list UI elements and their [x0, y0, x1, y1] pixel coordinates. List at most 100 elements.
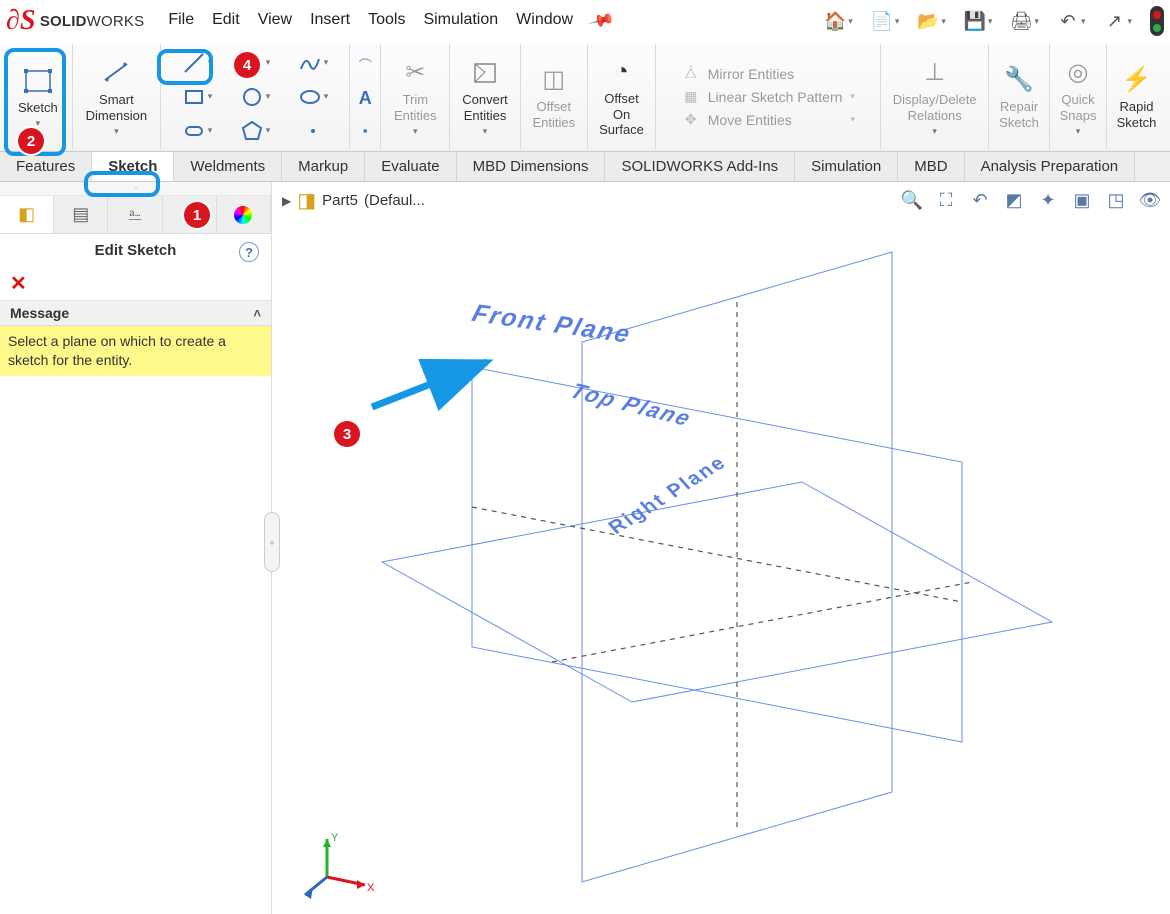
chevron-down-icon[interactable]: ▾ — [413, 126, 418, 137]
trim-entities-button[interactable]: ✂ Trim Entities ▾ — [394, 56, 437, 137]
trim-icon: ✂ — [395, 56, 435, 90]
ribbon-group-offset-surface: ◔ Offset On Surface — [588, 44, 657, 149]
chevron-down-icon[interactable]: ▾ — [932, 126, 937, 137]
point-tool[interactable] — [285, 115, 341, 147]
panel-tab-config[interactable]: ⎁ — [108, 196, 162, 233]
mirror-icon: ⧊ — [682, 65, 700, 82]
rapid-icon: ⚡ — [1117, 63, 1157, 97]
chevron-down-icon[interactable]: ▾ — [114, 126, 119, 137]
pattern-icon: ▦ — [682, 88, 700, 105]
open-file-icon[interactable]: 📂 — [917, 10, 939, 32]
ribbon-group-misc: ⌒ A ▪ — [350, 44, 381, 149]
pin-icon[interactable]: 📌 — [587, 7, 615, 35]
panel-message: Select a plane on which to create a sket… — [0, 326, 271, 376]
display-delete-relations-button[interactable]: ⊥ Display/Delete Relations ▾ — [893, 56, 977, 137]
offset-on-surface-button[interactable]: ◔ Offset On Surface — [599, 55, 644, 138]
snaps-icon: ◎ — [1058, 56, 1098, 90]
rectangle-tool[interactable]: ▾ — [169, 81, 225, 113]
fillet-tool[interactable]: ⌒ — [359, 55, 372, 74]
tab-evaluate[interactable]: Evaluate — [365, 152, 456, 181]
panel-tabs: ◧ ▤ ⎁ ⊕ — [0, 196, 271, 234]
highlight-sketch-tab — [84, 171, 160, 197]
offset-entities-button[interactable]: ◫ Offset Entities — [532, 63, 575, 130]
save-icon[interactable]: 💾 — [964, 10, 986, 32]
repair-sketch-button[interactable]: 🔧 Repair Sketch — [999, 63, 1039, 130]
menu-bar: ∂S SOLIDWORKS File Edit View Insert Tool… — [0, 0, 1170, 42]
text-tool[interactable]: A — [359, 88, 372, 109]
circle-tool[interactable]: ▾ — [227, 81, 283, 113]
tab-analysis-prep[interactable]: Analysis Preparation — [965, 152, 1136, 181]
polygon-tool[interactable]: ▾ — [227, 115, 283, 147]
relations-icon: ⊥ — [915, 56, 955, 90]
graphics-area[interactable]: ▶ ◨ Part5 (Defaul... 🔍 ⛶ ↶ ◩ ✦ ▣ ◳ 👁 ◦ — [272, 182, 1170, 914]
move-entities-button[interactable]: ✥Move Entities▾ — [682, 111, 855, 128]
dropdown-caret[interactable]: ▾ — [895, 16, 900, 27]
callout-1: 1 — [184, 202, 210, 228]
ribbon-group-repair: 🔧 Repair Sketch — [989, 44, 1050, 149]
tab-features[interactable]: Features — [0, 152, 92, 181]
tab-markup[interactable]: Markup — [282, 152, 365, 181]
spline-tool[interactable]: ▾ — [285, 47, 341, 79]
ellipse-tool[interactable]: ▾ — [285, 81, 341, 113]
quick-snaps-button[interactable]: ◎ Quick Snaps ▾ — [1058, 56, 1098, 137]
convert-icon — [465, 56, 505, 90]
status-indicator — [1150, 6, 1164, 36]
chevron-down-icon[interactable]: ▾ — [483, 126, 488, 137]
panel-tab-appearance[interactable] — [217, 196, 271, 233]
logo-text-bold: SOLID — [40, 13, 87, 30]
menu-insert[interactable]: Insert — [310, 11, 350, 31]
tab-mbd[interactable]: MBD — [898, 152, 964, 181]
ribbon-group-snaps: ◎ Quick Snaps ▾ — [1050, 44, 1107, 149]
home-icon[interactable]: 🏠 — [824, 10, 846, 32]
tab-addins[interactable]: SOLIDWORKS Add-Ins — [605, 152, 795, 181]
mirror-entities-button[interactable]: ⧊Mirror Entities — [682, 65, 855, 82]
menu-view[interactable]: View — [258, 11, 292, 31]
menu-simulation[interactable]: Simulation — [423, 11, 498, 31]
new-file-icon[interactable]: 📄 — [871, 10, 893, 32]
dropdown-caret[interactable]: ▾ — [988, 16, 993, 27]
tab-simulation[interactable]: Simulation — [795, 152, 898, 181]
close-button[interactable]: ✕ — [0, 267, 271, 301]
logo-text-light: WORKS — [87, 13, 145, 30]
print-icon[interactable]: 🖨 — [1010, 10, 1032, 32]
panel-title: Edit Sketch — [95, 242, 177, 259]
smart-dimension-button[interactable]: Smart Dimension ▾ — [86, 56, 147, 137]
help-icon[interactable]: ? — [239, 242, 259, 262]
select-icon[interactable]: ↗ — [1103, 10, 1125, 32]
menu-window[interactable]: Window — [516, 11, 573, 31]
ribbon-group-offset-entities: ◫ Offset Entities — [521, 44, 588, 149]
tab-mbd-dimensions[interactable]: MBD Dimensions — [457, 152, 606, 181]
dropdown-caret[interactable]: ▾ — [1081, 16, 1086, 27]
panel-title-row: Edit Sketch ? — [0, 234, 271, 267]
slot-tool[interactable]: ▾ — [169, 115, 225, 147]
panel-tab-feature-tree[interactable]: ◧ — [0, 196, 54, 233]
panel-tab-property[interactable]: ▤ — [54, 196, 108, 233]
undo-icon[interactable]: ↶ — [1057, 10, 1079, 32]
ribbon-group-rapid: ⚡ Rapid Sketch — [1107, 44, 1166, 149]
ribbon-group-dimension: Smart Dimension ▾ — [73, 44, 161, 149]
panel-section-header[interactable]: Message ˄ — [0, 301, 271, 326]
plane-tool[interactable]: ▪ — [363, 123, 368, 138]
reference-planes: Y X — [272, 182, 1170, 912]
dropdown-caret[interactable]: ▾ — [1034, 16, 1039, 27]
menu-tools[interactable]: Tools — [368, 11, 405, 31]
app-logo: ∂S SOLIDWORKS — [6, 7, 144, 35]
ribbon-group-relations: ⊥ Display/Delete Relations ▾ — [881, 44, 989, 149]
menu-file[interactable]: File — [168, 11, 194, 31]
dropdown-caret[interactable]: ▾ — [1127, 16, 1132, 27]
menu-edit[interactable]: Edit — [212, 11, 240, 31]
ribbon-group-convert: Convert Entities ▾ — [450, 44, 521, 149]
dropdown-caret[interactable]: ▾ — [941, 16, 946, 27]
linear-pattern-button[interactable]: ▦Linear Sketch Pattern▾ — [682, 88, 855, 105]
chevron-down-icon[interactable]: ▾ — [1076, 126, 1081, 137]
offset-icon: ◫ — [534, 63, 574, 97]
repair-icon: 🔧 — [999, 63, 1039, 97]
dropdown-caret[interactable]: ▾ — [848, 16, 853, 27]
convert-entities-button[interactable]: Convert Entities ▾ — [462, 56, 508, 137]
tab-weldments[interactable]: Weldments — [174, 152, 282, 181]
highlight-line-tool — [157, 49, 213, 85]
ds-logo-icon: ∂S — [6, 7, 36, 35]
menu-items: File Edit View Insert Tools Simulation W… — [168, 11, 612, 31]
rapid-sketch-button[interactable]: ⚡ Rapid Sketch — [1117, 63, 1157, 130]
move-icon: ✥ — [682, 111, 700, 128]
